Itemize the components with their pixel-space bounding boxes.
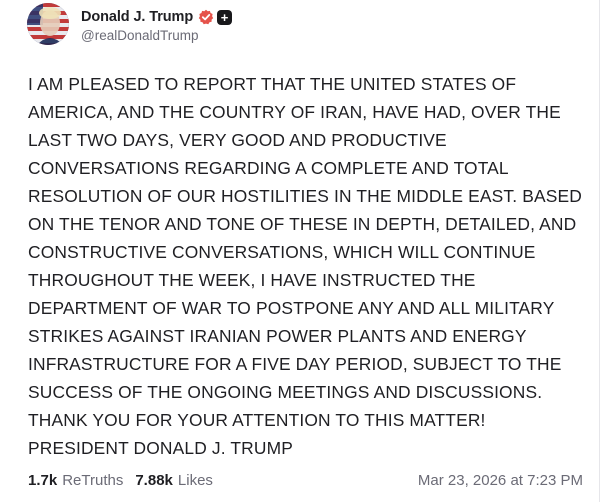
post-card: Donald J. Trump + @realDonaldTrump I AM … <box>0 0 600 502</box>
likes-label: Likes <box>177 472 213 489</box>
plus-square-icon: + <box>217 9 233 25</box>
verified-badge-icon <box>198 9 214 25</box>
retruths-count: 1.7k <box>28 472 58 489</box>
author-handle[interactable]: @realDonaldTrump <box>81 28 232 43</box>
post-footer: 1.7k ReTruths 7.88k Likes Mar 23, 2026 a… <box>28 472 583 489</box>
post-timestamp[interactable]: Mar 23, 2026 at 7:23 PM <box>418 472 583 489</box>
author-display-name[interactable]: Donald J. Trump <box>81 9 193 25</box>
avatar-image <box>27 3 69 45</box>
post-header: Donald J. Trump + @realDonaldTrump <box>27 3 233 45</box>
retruths-label: ReTruths <box>62 472 124 489</box>
post-body-text: I AM PLEASED TO REPORT THAT THE UNITED S… <box>28 74 582 458</box>
author-identity: Donald J. Trump + @realDonaldTrump <box>81 3 233 43</box>
likes-count: 7.88k <box>135 472 173 489</box>
avatar[interactable] <box>27 3 69 45</box>
likes-stat[interactable]: 7.88k Likes <box>135 472 213 489</box>
retruths-stat[interactable]: 1.7k ReTruths <box>28 472 123 489</box>
name-row: Donald J. Trump + <box>81 7 233 27</box>
